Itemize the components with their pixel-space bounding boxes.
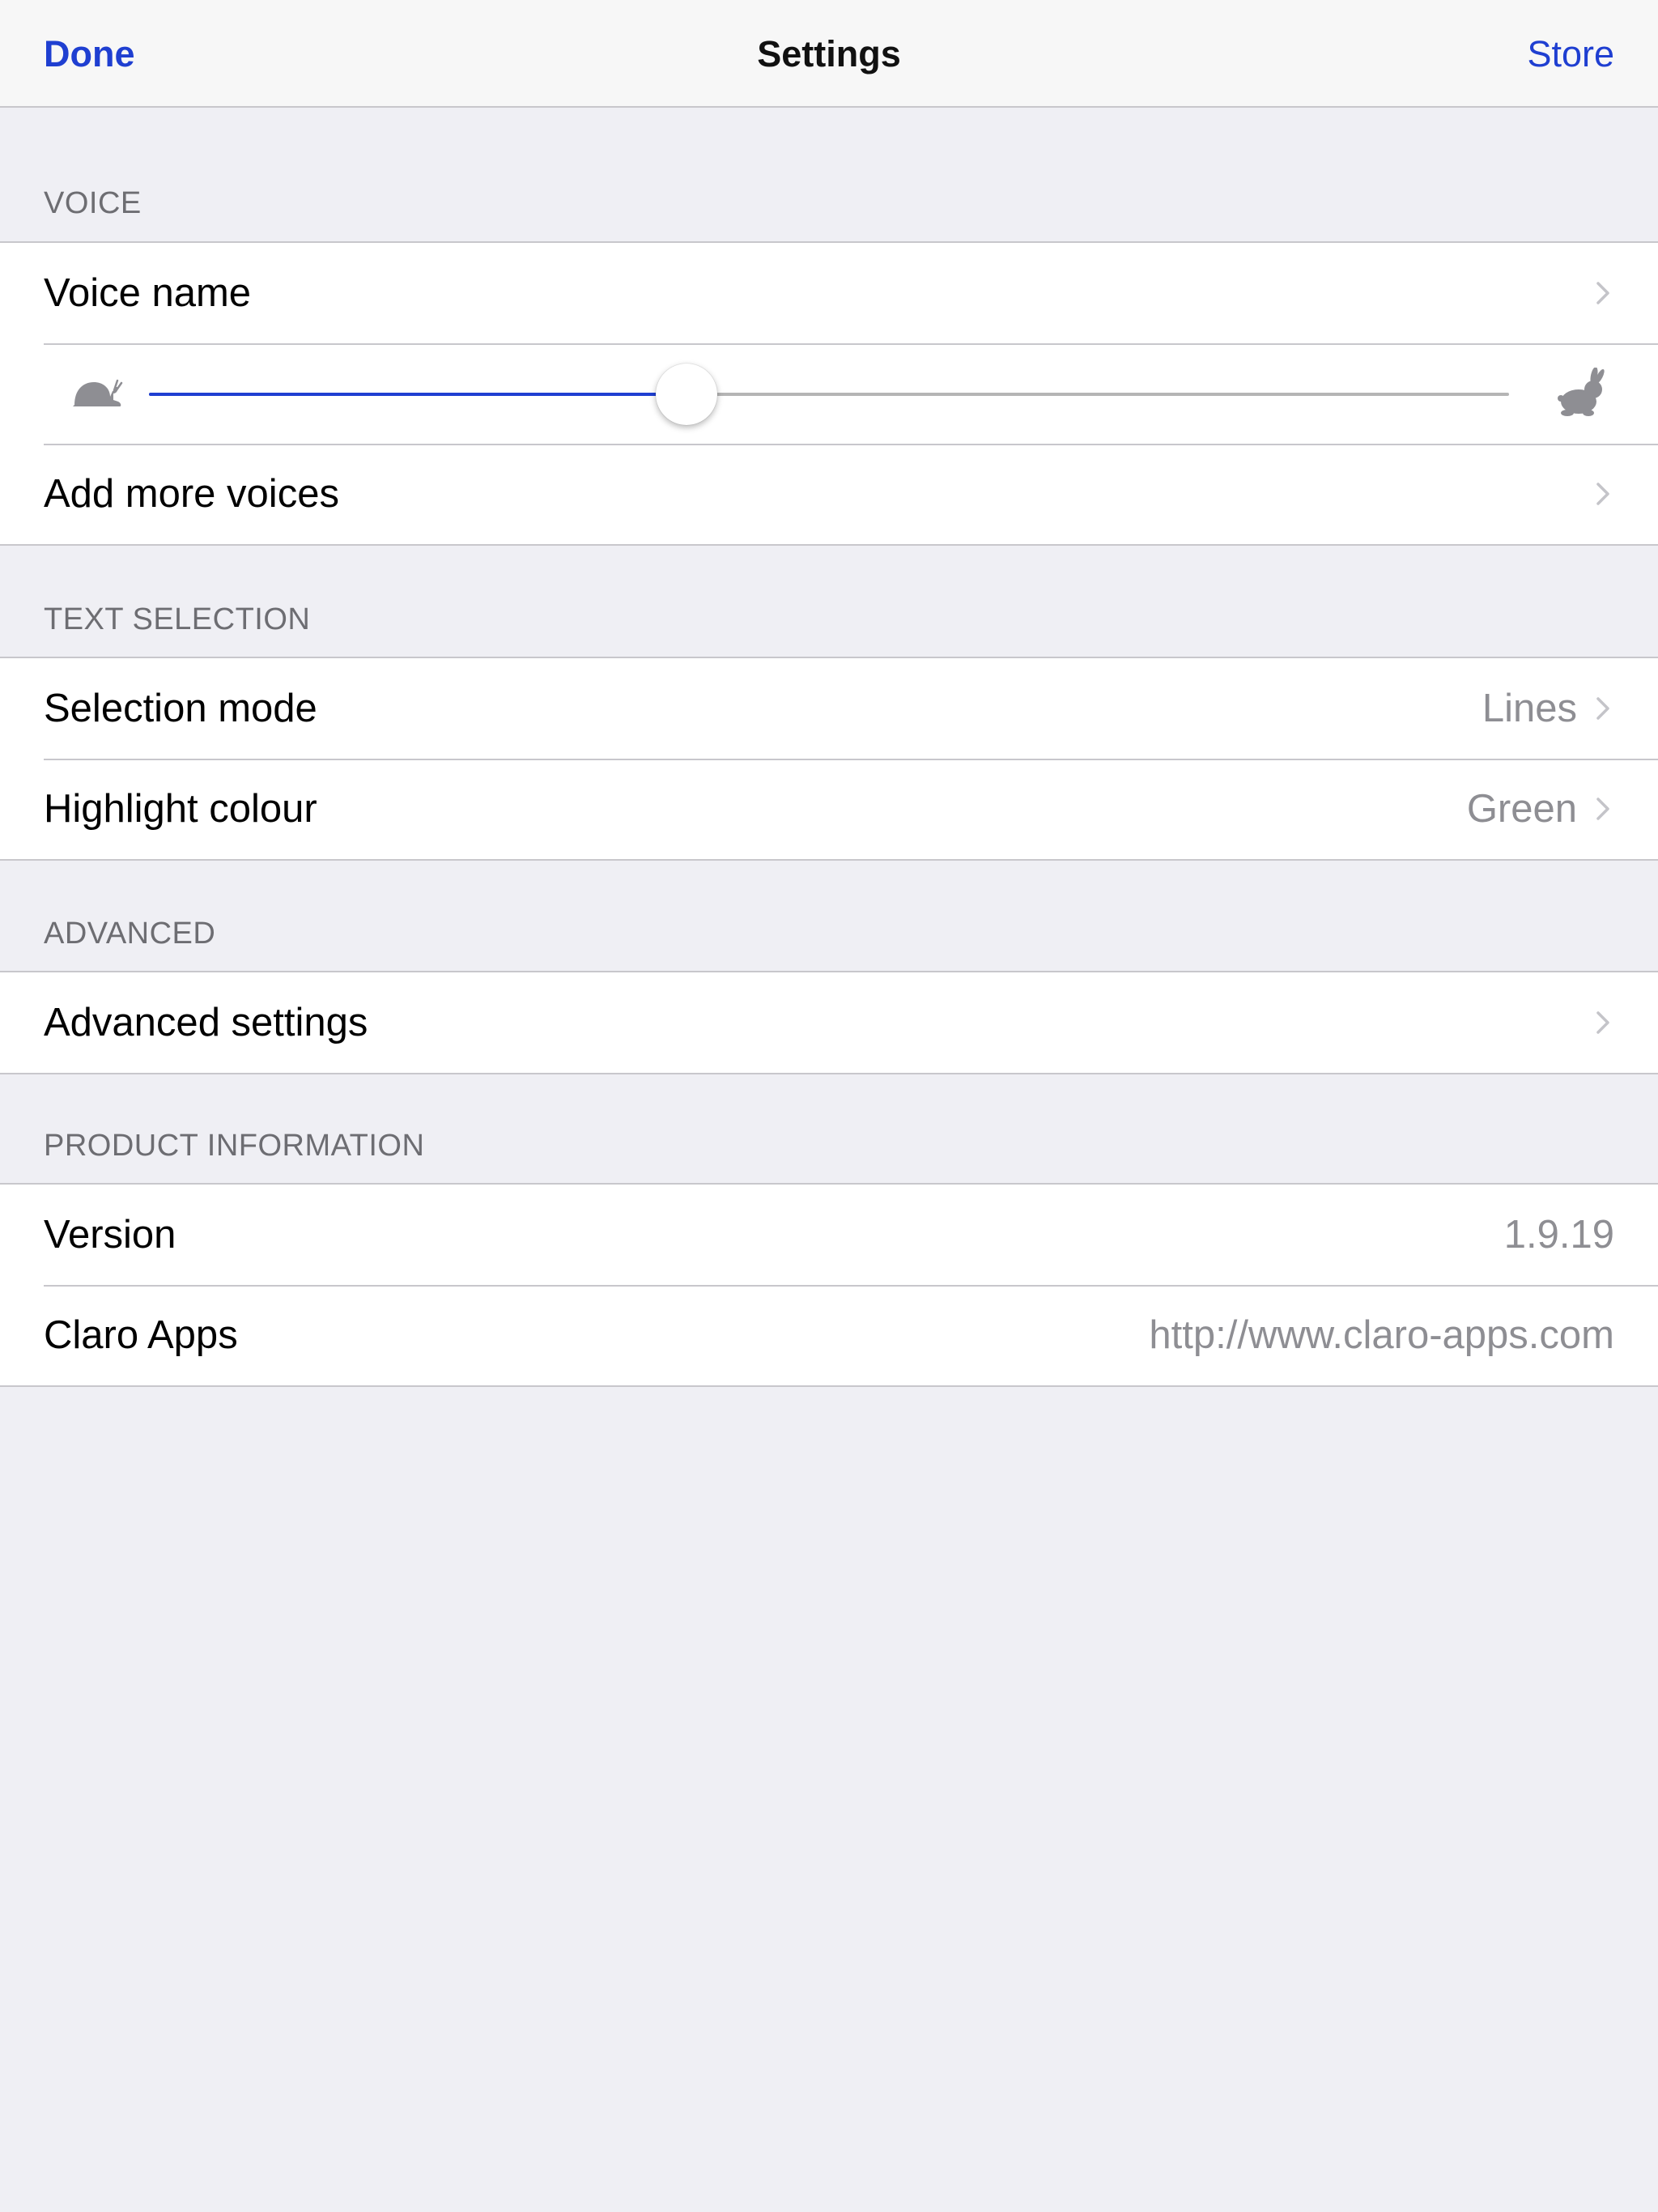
add-more-voices-label: Add more voices xyxy=(44,472,339,516)
speed-slider-fill xyxy=(149,393,687,396)
text-selection-group: Selection mode Lines Highlight colour Gr… xyxy=(0,657,1658,861)
section-header-advanced: ADVANCED xyxy=(44,917,216,951)
page-title: Settings xyxy=(757,33,901,74)
version-value: 1.9.19 xyxy=(1503,1213,1614,1257)
advanced-group: Advanced settings xyxy=(0,971,1658,1074)
voice-name-label: Voice name xyxy=(44,271,252,315)
add-more-voices-row[interactable]: Add more voices xyxy=(0,444,1658,544)
product-information-group: Version 1.9.19 Claro Apps http://www.cla… xyxy=(0,1183,1658,1387)
claro-apps-label: Claro Apps xyxy=(44,1313,238,1357)
speed-slider-thumb[interactable] xyxy=(655,364,717,425)
version-label: Version xyxy=(44,1213,176,1257)
speed-slider-track[interactable] xyxy=(149,364,1509,425)
speech-speed-row xyxy=(0,343,1658,444)
section-header-product-information: PRODUCT INFORMATION xyxy=(44,1129,425,1163)
navigation-bar: Settings Done Store xyxy=(0,0,1658,108)
voice-group: Voice name Add more voices xyxy=(0,241,1658,546)
chevron-right-icon xyxy=(1596,798,1609,820)
highlight-colour-value: Green xyxy=(1466,787,1577,831)
rabbit-icon xyxy=(1558,368,1605,416)
snail-icon xyxy=(73,379,123,406)
highlight-colour-row[interactable]: Highlight colour Green xyxy=(0,759,1658,859)
voice-name-row[interactable]: Voice name xyxy=(0,243,1658,343)
selection-mode-value: Lines xyxy=(1482,687,1577,730)
chevron-right-icon xyxy=(1596,282,1609,304)
advanced-settings-row[interactable]: Advanced settings xyxy=(0,972,1658,1073)
chevron-right-icon xyxy=(1596,1011,1609,1034)
selection-mode-label: Selection mode xyxy=(44,687,317,730)
done-button[interactable]: Done xyxy=(44,0,135,108)
claro-apps-link[interactable]: http://www.claro-apps.com xyxy=(1149,1285,1614,1385)
chevron-right-icon xyxy=(1596,483,1609,505)
chevron-right-icon xyxy=(1596,697,1609,720)
store-button[interactable]: Store xyxy=(1527,0,1614,108)
section-header-text-selection: TEXT SELECTION xyxy=(44,602,311,636)
version-row: Version 1.9.19 xyxy=(0,1185,1658,1285)
section-header-voice: VOICE xyxy=(44,186,142,220)
selection-mode-row[interactable]: Selection mode Lines xyxy=(0,658,1658,759)
advanced-settings-label: Advanced settings xyxy=(44,1001,368,1044)
claro-apps-row[interactable]: Claro Apps http://www.claro-apps.com xyxy=(0,1285,1658,1385)
highlight-colour-label: Highlight colour xyxy=(44,787,317,831)
